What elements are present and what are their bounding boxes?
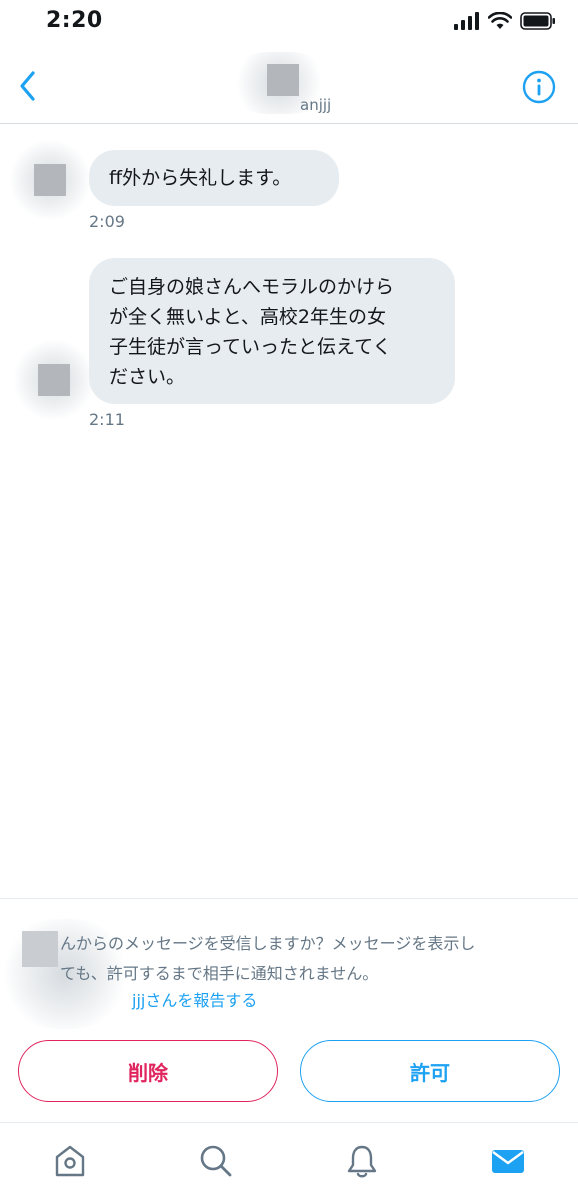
allow-button[interactable]: 許可 xyxy=(300,1040,560,1102)
search-icon xyxy=(200,1145,232,1177)
request-prompt: んからのメッセージを受信しますか？メッセージを表示し ても、許可するまで相手に通… xyxy=(60,929,570,989)
back-button[interactable] xyxy=(12,68,44,104)
signal-icon xyxy=(454,12,479,30)
battery-icon xyxy=(520,12,555,30)
sender-avatar[interactable] xyxy=(14,340,94,420)
message-line: ご自身の娘さんへモラルのかけら xyxy=(109,276,395,298)
message-line: 子生徒が言っていったと伝えてく xyxy=(109,336,392,358)
status-icons xyxy=(454,12,556,30)
conversation-header: anjjj xyxy=(0,44,578,124)
bell-icon xyxy=(347,1145,377,1178)
message-text: ff外から失礼します。 xyxy=(109,167,292,189)
message-timestamp: 2:09 xyxy=(89,212,125,231)
report-link[interactable]: jjjさんを報告する xyxy=(132,987,257,1011)
message-bubble: ご自身の娘さんへモラルのかけら が全く無いよと、高校2年生の女 子生徒が言ってい… xyxy=(89,258,455,404)
wifi-icon xyxy=(488,12,512,29)
info-icon xyxy=(522,70,556,104)
sender-avatar[interactable] xyxy=(10,140,90,220)
tab-home[interactable] xyxy=(50,1141,90,1181)
home-icon xyxy=(55,1145,85,1177)
tab-notifications[interactable] xyxy=(342,1141,382,1181)
header-username[interactable]: anjjj xyxy=(300,96,331,114)
mail-icon xyxy=(492,1150,524,1173)
message-request-panel: んからのメッセージを受信しますか？メッセージを表示し ても、許可するまで相手に通… xyxy=(0,898,578,1122)
message-bubble: ff外から失礼します。 xyxy=(89,150,339,206)
delete-button[interactable]: 削除 xyxy=(18,1040,278,1102)
status-bar: 2:20 xyxy=(0,0,578,44)
message-line: ださい。 xyxy=(109,366,186,388)
tab-search[interactable] xyxy=(196,1141,236,1181)
request-prompt-line: ても、許可するまで相手に通知されません。 xyxy=(60,964,379,983)
message-timestamp: 2:11 xyxy=(89,410,125,429)
request-prompt-line: んからのメッセージを受信しますか？メッセージを表示し xyxy=(60,934,476,953)
chevron-left-icon xyxy=(20,71,35,101)
tab-bar xyxy=(0,1122,578,1190)
message-line: が全く無いよと、高校2年生の女 xyxy=(109,306,386,328)
info-button[interactable] xyxy=(522,70,556,104)
tab-messages[interactable] xyxy=(488,1141,528,1181)
status-time: 2:20 xyxy=(46,8,103,33)
